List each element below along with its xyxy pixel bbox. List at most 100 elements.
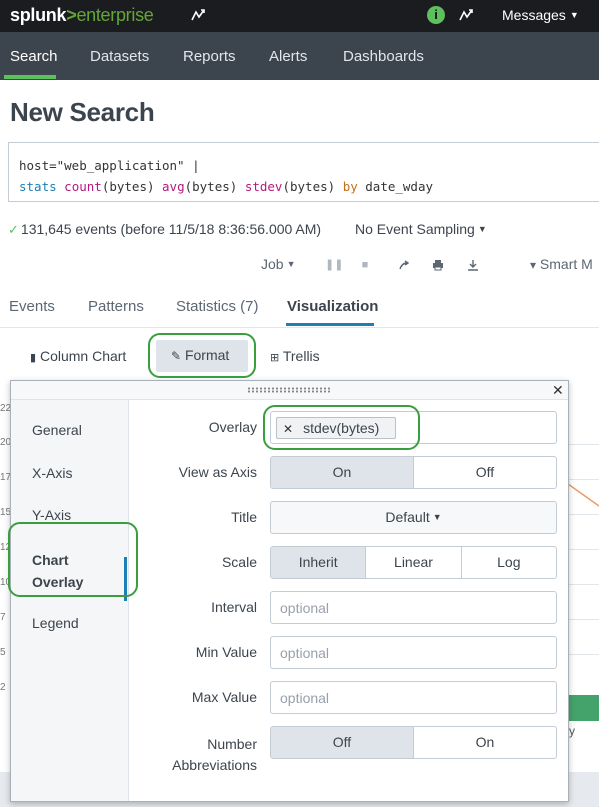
- section-chart-overlay[interactable]: Chart Overlay: [32, 549, 83, 593]
- tab-patterns[interactable]: Patterns: [88, 298, 144, 315]
- x-axis-label-fragment: y: [569, 724, 575, 738]
- format-sections-nav: General X-Axis Y-Axis Chart Overlay Lege…: [11, 400, 129, 801]
- view-as-axis-on[interactable]: On: [271, 457, 413, 488]
- tab-visualization[interactable]: Visualization: [287, 298, 378, 315]
- event-sampling-dropdown[interactable]: No Event Sampling ▼: [355, 221, 487, 237]
- search-query-input[interactable]: host="web_application" | stats count(byt…: [8, 142, 599, 202]
- format-panel: ✕ General X-Axis Y-Axis Chart Overlay Le…: [10, 380, 569, 802]
- overlay-field[interactable]: ✕ stdev(bytes): [270, 411, 557, 444]
- info-icon[interactable]: i: [427, 6, 445, 24]
- abbrev-label-line2: Abbreviations: [172, 757, 257, 773]
- activity-icon-2[interactable]: [458, 7, 474, 23]
- chart-type-picker[interactable]: ▮ Column Chart: [30, 348, 126, 364]
- query-arg: (bytes): [101, 179, 155, 194]
- format-label: Format: [184, 347, 230, 363]
- event-count-status[interactable]: ✓ 131,645 events (before 11/5/18 8:36:56.…: [8, 221, 321, 238]
- scale-log[interactable]: Log: [460, 547, 556, 578]
- max-value-input[interactable]: optional: [270, 681, 557, 714]
- query-command: stats: [19, 179, 57, 194]
- job-toolbar: Job ▼ ❚❚ ■ ▾ Smart M: [0, 256, 599, 274]
- query-line-1: host="web_application" |: [19, 158, 200, 173]
- nav-item-reports[interactable]: Reports: [183, 48, 236, 65]
- checkmark-icon: ✓: [8, 222, 19, 237]
- abbrev-label-line1: Number: [207, 736, 257, 752]
- pin-icon: ▾: [530, 258, 537, 272]
- share-icon[interactable]: [398, 259, 410, 271]
- max-value-placeholder: optional: [280, 690, 330, 706]
- pause-icon[interactable]: ❚❚: [325, 259, 343, 271]
- print-icon[interactable]: [432, 259, 444, 271]
- nav-item-alerts[interactable]: Alerts: [269, 48, 307, 65]
- y-tick-label: 5: [0, 647, 6, 658]
- min-value-label: Min Value: [195, 644, 257, 660]
- caret-down-icon: ▼: [286, 259, 296, 269]
- title-value: Default: [385, 509, 430, 525]
- results-tabs: Events Patterns Statistics (7) Visualiza…: [0, 290, 599, 328]
- visualization-toolbar: ▮ Column Chart ⊞ Trellis: [0, 336, 599, 376]
- nav-item-search[interactable]: Search: [10, 48, 58, 65]
- caret-down-icon: ▼: [569, 10, 579, 20]
- section-x-axis[interactable]: X-Axis: [32, 465, 72, 481]
- nav-item-dashboards[interactable]: Dashboards: [343, 48, 424, 65]
- export-icon[interactable]: [467, 259, 479, 271]
- title-label: Title: [231, 509, 257, 525]
- query-line-2: stats count(bytes) avg(bytes) stdev(byte…: [19, 176, 599, 197]
- nav-item-datasets[interactable]: Datasets: [90, 48, 149, 65]
- sampling-label: No Event Sampling: [355, 221, 475, 237]
- messages-label: Messages: [502, 7, 566, 23]
- abbrev-on[interactable]: On: [413, 727, 556, 758]
- section-y-axis[interactable]: Y-Axis: [32, 507, 71, 523]
- tab-statistics[interactable]: Statistics (7): [176, 298, 259, 315]
- gridline: [568, 619, 599, 620]
- caret-down-icon: ▼: [477, 224, 487, 234]
- scale-linear[interactable]: Linear: [365, 547, 460, 578]
- job-label: Job: [261, 256, 284, 272]
- trellis-button[interactable]: ⊞ Trellis: [270, 348, 320, 364]
- interval-input[interactable]: optional: [270, 591, 557, 624]
- gridline: [568, 514, 599, 515]
- scale-label: Scale: [221, 554, 257, 570]
- section-general[interactable]: General: [32, 422, 82, 438]
- splunk-logo[interactable]: splunk>enterprise: [10, 5, 154, 26]
- search-mode-label: Smart M: [539, 256, 593, 272]
- format-button[interactable]: ✎ Format: [156, 340, 248, 372]
- logo-gt: >: [66, 5, 77, 25]
- section-label-line1: Chart: [32, 552, 69, 568]
- section-legend[interactable]: Legend: [32, 615, 79, 631]
- grid-icon: ⊞: [270, 352, 280, 364]
- gridline: [568, 444, 599, 445]
- page-title: New Search: [10, 97, 155, 127]
- top-bar: splunk>enterprise i Messages ▼: [0, 0, 599, 32]
- bar-chart-icon: ▮: [30, 352, 37, 364]
- search-mode-menu[interactable]: ▾ Smart M: [530, 256, 593, 272]
- view-as-axis-off[interactable]: Off: [413, 457, 556, 488]
- job-menu[interactable]: Job ▼: [261, 256, 296, 272]
- remove-icon[interactable]: ✕: [283, 422, 293, 436]
- trellis-label: Trellis: [282, 348, 320, 364]
- tab-events[interactable]: Events: [9, 298, 55, 315]
- logo-brand: splunk: [10, 5, 67, 25]
- view-as-axis-label: View as Axis: [178, 464, 257, 480]
- caret-down-icon: ▼: [432, 512, 442, 522]
- messages-menu[interactable]: Messages ▼: [502, 7, 579, 23]
- min-value-input[interactable]: optional: [270, 636, 557, 669]
- gridline: [568, 549, 599, 550]
- overlay-label: Overlay: [208, 419, 257, 435]
- scale-inherit[interactable]: Inherit: [271, 547, 366, 578]
- gridline: [568, 654, 599, 655]
- scale-toggle: Inherit Linear Log: [270, 546, 557, 579]
- title-dropdown[interactable]: Default ▼: [270, 501, 557, 534]
- panel-drag-handle[interactable]: ✕: [11, 381, 568, 400]
- query-field: date_wday: [365, 179, 434, 194]
- query-arg: (bytes): [282, 179, 336, 194]
- logo-product: enterprise: [76, 5, 154, 25]
- stop-icon[interactable]: ■: [359, 259, 371, 271]
- number-abbreviations-label: Number Abbreviations: [172, 734, 257, 776]
- abbrev-off[interactable]: Off: [271, 727, 413, 758]
- query-arg: (bytes): [184, 179, 238, 194]
- number-abbreviations-toggle: Off On: [270, 726, 557, 759]
- close-icon[interactable]: ✕: [552, 382, 564, 399]
- overlay-line-segment: [568, 483, 599, 507]
- query-function: count: [64, 179, 102, 194]
- activity-icon[interactable]: [190, 7, 206, 23]
